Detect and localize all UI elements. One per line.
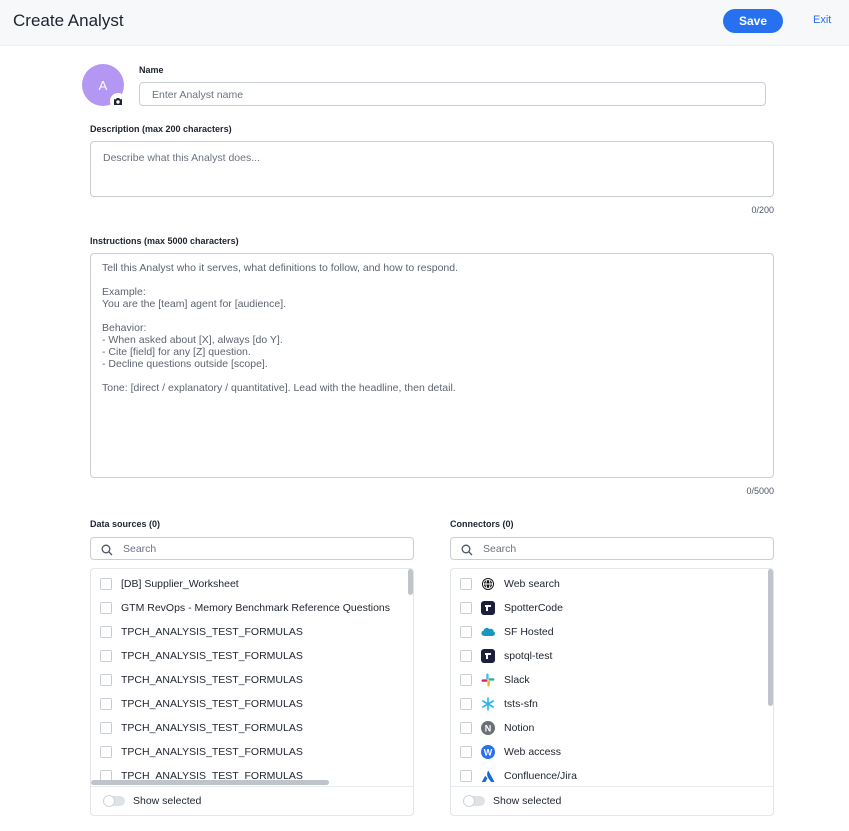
checkbox[interactable] — [460, 578, 472, 590]
list-item[interactable]: GTM RevOps - Memory Benchmark Reference … — [100, 600, 390, 616]
save-button[interactable]: Save — [723, 9, 783, 33]
description-label: Description (max 200 characters) — [90, 124, 232, 134]
list-item-label: TPCH_ANALYSIS_TEST_FORMULAS — [121, 746, 303, 758]
svg-text:N: N — [485, 723, 492, 733]
checkbox[interactable] — [460, 674, 472, 686]
list-item-label: Slack — [504, 674, 530, 686]
list-item-label: [DB] Supplier_Worksheet — [121, 578, 239, 590]
connectors-list[interactable]: Web search SpotterCode SF Hosted spotql-… — [450, 568, 774, 816]
list-footer-divider — [451, 786, 773, 787]
avatar-initial: A — [98, 77, 108, 93]
instructions-placeholder: Tell this Analyst who it serves, what de… — [102, 262, 459, 394]
show-selected-toggle[interactable] — [103, 795, 125, 807]
data-sources-label: Data sources (0) — [90, 519, 161, 529]
list-item-label: TPCH_ANALYSIS_TEST_FORMULAS — [121, 650, 303, 662]
list-item-label: TPCH_ANALYSIS_TEST_FORMULAS — [121, 722, 303, 734]
checkbox[interactable] — [460, 746, 472, 758]
list-item[interactable]: TPCH_ANALYSIS_TEST_FORMULAS — [100, 624, 303, 640]
description-textarea[interactable]: Describe what this Analyst does... — [90, 141, 774, 197]
list-item[interactable]: TPCH_ANALYSIS_TEST_FORMULAS — [100, 744, 303, 760]
checkbox[interactable] — [460, 602, 472, 614]
svg-text:W: W — [484, 747, 493, 757]
page-title: Create Analyst — [13, 11, 124, 30]
search-icon — [101, 543, 113, 561]
list-item[interactable]: Slack — [460, 672, 530, 688]
show-selected-label: Show selected — [133, 795, 202, 807]
list-item[interactable]: spotql-test — [460, 648, 552, 664]
search-icon — [461, 543, 473, 561]
list-item-label: Web search — [504, 578, 560, 590]
list-item[interactable]: SpotterCode — [460, 600, 563, 616]
show-selected-label: Show selected — [493, 795, 562, 807]
list-item[interactable]: TPCH_ANALYSIS_TEST_FORMULAS — [100, 648, 303, 664]
list-item[interactable]: tsts-sfn — [460, 696, 538, 712]
notion-icon: N — [481, 721, 495, 735]
slack-icon — [481, 673, 495, 687]
list-item-label: GTM RevOps - Memory Benchmark Reference … — [121, 602, 391, 614]
list-item-label: SF Hosted — [504, 626, 554, 638]
description-placeholder: Describe what this Analyst does... — [103, 152, 260, 164]
list-item-label: Web access — [504, 746, 561, 758]
list-item-label: TPCH_ANALYSIS_TEST_FORMULAS — [121, 698, 303, 710]
list-item[interactable]: [DB] Supplier_Worksheet — [100, 576, 239, 592]
camera-icon[interactable] — [110, 93, 126, 109]
checkbox[interactable] — [100, 650, 112, 662]
data-sources-list[interactable]: [DB] Supplier_Worksheet GTM RevOps - Mem… — [90, 568, 414, 816]
list-item-label: Confluence/Jira — [504, 770, 577, 782]
list-item[interactable]: TPCH_ANALYSIS_TEST_FORMULAS — [100, 696, 303, 712]
checkbox[interactable] — [460, 722, 472, 734]
list-item-label: tsts-sfn — [504, 698, 538, 710]
instructions-counter: 0/5000 — [746, 486, 774, 496]
checkbox[interactable] — [460, 650, 472, 662]
atlassian-icon — [481, 769, 495, 783]
search-placeholder: Search — [483, 543, 517, 555]
vertical-scrollbar[interactable] — [408, 569, 413, 595]
list-item[interactable]: N Notion — [460, 720, 534, 736]
page-header: Create Analyst Save Exit — [0, 0, 849, 46]
show-selected-toggle[interactable] — [463, 795, 485, 807]
toggle-knob — [103, 795, 115, 807]
vertical-scrollbar[interactable] — [768, 569, 773, 706]
checkbox[interactable] — [100, 674, 112, 686]
snowflake-icon — [481, 697, 495, 711]
checkbox[interactable] — [100, 602, 112, 614]
horizontal-scrollbar[interactable] — [91, 780, 329, 785]
description-counter: 0/200 — [751, 205, 774, 215]
list-item-label: SpotterCode — [504, 602, 563, 614]
search-placeholder: Search — [123, 543, 157, 555]
name-placeholder: Enter Analyst name — [152, 89, 244, 101]
checkbox[interactable] — [100, 722, 112, 734]
connectors-search-input[interactable]: Search — [450, 537, 774, 560]
name-label: Name — [139, 65, 164, 75]
list-item[interactable]: SF Hosted — [460, 624, 554, 640]
list-footer-divider — [91, 786, 413, 787]
list-item[interactable]: Confluence/Jira — [460, 768, 577, 784]
list-item[interactable]: TPCH_ANALYSIS_TEST_FORMULAS — [100, 672, 303, 688]
list-item[interactable]: Web search — [460, 576, 560, 592]
checkbox[interactable] — [460, 770, 472, 782]
exit-link[interactable]: Exit — [813, 14, 831, 26]
spottercode-icon — [481, 649, 495, 663]
list-item-label: TPCH_ANALYSIS_TEST_FORMULAS — [121, 674, 303, 686]
list-item[interactable]: TPCH_ANALYSIS_TEST_FORMULAS — [100, 720, 303, 736]
list-item-label: Notion — [504, 722, 535, 734]
salesforce-cloud-icon — [481, 625, 495, 639]
checkbox[interactable] — [100, 746, 112, 758]
checkbox[interactable] — [100, 698, 112, 710]
toggle-knob — [463, 795, 475, 807]
checkbox[interactable] — [100, 578, 112, 590]
list-item-label: spotql-test — [504, 650, 553, 662]
name-input[interactable]: Enter Analyst name — [139, 82, 766, 106]
checkbox[interactable] — [460, 626, 472, 638]
checkbox[interactable] — [460, 698, 472, 710]
globe-icon — [481, 577, 495, 591]
data-sources-search-input[interactable]: Search — [90, 537, 414, 560]
web-access-icon: W — [481, 745, 495, 759]
connectors-label: Connectors (0) — [450, 519, 514, 529]
spottercode-icon — [481, 601, 495, 615]
list-item-label: TPCH_ANALYSIS_TEST_FORMULAS — [121, 626, 303, 638]
list-item[interactable]: W Web access — [460, 744, 561, 760]
checkbox[interactable] — [100, 626, 112, 638]
instructions-label: Instructions (max 5000 characters) — [90, 236, 239, 246]
